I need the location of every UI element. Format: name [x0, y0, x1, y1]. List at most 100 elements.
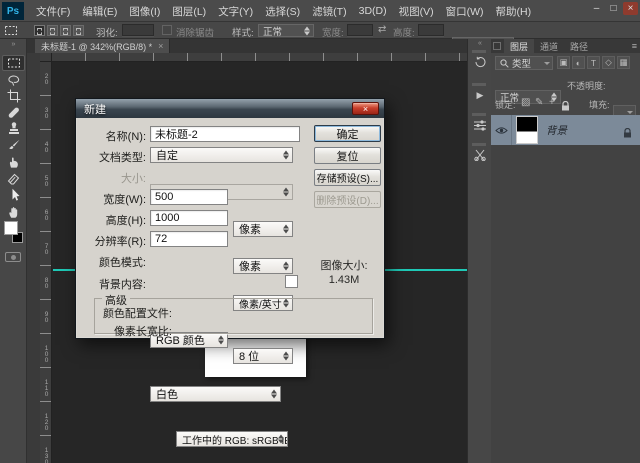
- resolution-input[interactable]: 72: [150, 231, 228, 247]
- width-input[interactable]: [347, 24, 373, 36]
- dock-collapse-icon[interactable]: «: [468, 40, 492, 47]
- dialog-title-bar[interactable]: 新建: [76, 99, 384, 118]
- delete-preset-button[interactable]: 删除预设(D)...: [314, 191, 381, 208]
- layer-row-background[interactable]: 背景: [491, 115, 640, 145]
- name-input[interactable]: 未标题-2: [150, 126, 300, 142]
- adjustments-panel-icon[interactable]: [471, 117, 489, 133]
- height-label: 高度:: [393, 25, 415, 39]
- antialias-label: 消除锯齿: [176, 25, 214, 39]
- layer-name[interactable]: 背景: [546, 123, 567, 138]
- search-icon: [500, 59, 509, 68]
- dialog-close-button[interactable]: ×: [352, 102, 379, 115]
- lock-all-icon[interactable]: [561, 98, 570, 116]
- tab-channels[interactable]: 通道: [534, 39, 564, 53]
- layer-thumbnail[interactable]: [516, 116, 538, 144]
- new-selection-mode-icon[interactable]: [34, 25, 45, 36]
- image-size-value: 1.43M: [304, 274, 384, 286]
- background-contents-label: 背景内容:: [76, 276, 146, 292]
- crop-tool[interactable]: [2, 88, 25, 104]
- vertical-ruler[interactable]: [40, 62, 52, 463]
- tool-preset-icon[interactable]: [4, 24, 24, 37]
- feather-input[interactable]: [122, 24, 154, 36]
- rectangular-marquee-tool[interactable]: [2, 55, 25, 71]
- height-label: 高度(H):: [76, 212, 146, 228]
- close-window-button[interactable]: ×: [623, 2, 638, 15]
- menu-select[interactable]: 选择(S): [259, 4, 306, 19]
- direct-selection-tool[interactable]: [2, 187, 25, 203]
- background-contents-select[interactable]: 白色: [150, 386, 281, 402]
- menu-3d[interactable]: 3D(D): [353, 5, 393, 17]
- hand-tool[interactable]: [2, 204, 25, 220]
- lock-paint-icon[interactable]: ✎: [535, 97, 543, 108]
- swap-dimensions-icon[interactable]: ⇄: [378, 24, 386, 35]
- tool-options-bar: 羽化: 消除锯齿 样式: 正常 宽度: ⇄ 高度: 调整边缘… 3D: [0, 22, 640, 39]
- width-unit-select[interactable]: 像素: [233, 221, 293, 237]
- menu-edit[interactable]: 编辑(E): [76, 4, 123, 19]
- name-label: 名称(N):: [76, 128, 146, 144]
- quick-mask-icon[interactable]: [5, 252, 21, 262]
- color-profile-select[interactable]: 工作中的 RGB: sRGB IEC619…: [176, 431, 288, 447]
- menu-file[interactable]: 文件(F): [30, 4, 76, 19]
- horizontal-ruler[interactable]: [52, 53, 467, 62]
- dock-caption: [472, 143, 486, 146]
- document-tab[interactable]: 未标题-1 @ 342%(RGB/8) * ×: [35, 39, 170, 53]
- height-input[interactable]: [418, 24, 444, 36]
- menu-image[interactable]: 图像(I): [123, 4, 166, 19]
- eraser-tool[interactable]: [2, 171, 25, 187]
- history-panel-icon[interactable]: [471, 54, 489, 70]
- doctype-select[interactable]: 自定: [150, 147, 293, 163]
- smudge-tool[interactable]: [2, 154, 25, 170]
- ruler-label: 50: [40, 175, 52, 187]
- layer-visibility-toggle[interactable]: [491, 115, 512, 145]
- ok-button[interactable]: 确定: [314, 125, 381, 142]
- menu-window[interactable]: 窗口(W): [440, 4, 490, 19]
- close-tab-icon[interactable]: ×: [158, 41, 163, 51]
- menu-filter[interactable]: 滤镜(T): [306, 4, 352, 19]
- shape-filter-icon[interactable]: ◇: [602, 56, 615, 69]
- tab-paths[interactable]: 路径: [564, 39, 594, 53]
- intersect-selection-mode-icon[interactable]: [73, 25, 84, 36]
- pixel-aspect-label: 像素长宽比:: [92, 323, 172, 339]
- menu-layer[interactable]: 图层(L): [166, 4, 212, 19]
- pixel-filter-icon[interactable]: ▣: [557, 56, 570, 69]
- clone-stamp-tool[interactable]: [2, 121, 25, 137]
- brush-tool[interactable]: [2, 138, 25, 154]
- background-color-swatch-dialog[interactable]: [285, 275, 298, 288]
- spot-healing-brush-tool[interactable]: [2, 105, 25, 121]
- foreground-color-swatch[interactable]: [4, 221, 18, 235]
- bitdepth-select[interactable]: 8 位: [233, 348, 293, 364]
- ruler-label: 30: [40, 107, 52, 119]
- style-select[interactable]: 正常: [258, 24, 314, 37]
- subtract-selection-mode-icon[interactable]: [60, 25, 71, 36]
- add-selection-mode-icon[interactable]: [47, 25, 58, 36]
- actions-panel-icon[interactable]: ▶: [471, 87, 489, 103]
- antialias-checkbox[interactable]: [162, 25, 172, 35]
- doctype-label: 文档类型:: [76, 149, 146, 165]
- menu-help[interactable]: 帮助(H): [490, 4, 538, 19]
- tool-presets-panel-icon[interactable]: [471, 147, 489, 163]
- toolbar-collapse-icon[interactable]: »: [0, 41, 27, 48]
- adjustment-filter-icon[interactable]: ◐: [572, 56, 585, 69]
- lock-transparency-icon[interactable]: ▨: [521, 97, 530, 108]
- menu-items: 文件(F) 编辑(E) 图像(I) 图层(L) 文字(Y) 选择(S) 滤镜(T…: [30, 0, 537, 22]
- reset-button[interactable]: 复位: [314, 147, 381, 164]
- maximize-button[interactable]: □: [606, 2, 621, 15]
- lasso-tool[interactable]: [2, 72, 25, 88]
- size-label: 大小:: [76, 170, 146, 186]
- tab-layers[interactable]: 图层: [504, 39, 534, 53]
- width-input[interactable]: 500: [150, 189, 228, 205]
- menu-type[interactable]: 文字(Y): [212, 4, 259, 19]
- ruler-label: 40: [40, 141, 52, 153]
- panel-menu-icon[interactable]: ≡: [632, 39, 637, 53]
- lock-move-icon[interactable]: +: [549, 97, 555, 108]
- height-unit-select[interactable]: 像素: [233, 258, 293, 274]
- minimize-button[interactable]: –: [589, 2, 604, 15]
- photoshop-window: Ps 文件(F) 编辑(E) 图像(I) 图层(L) 文字(Y) 选择(S) 滤…: [0, 0, 640, 463]
- dock-caption: [472, 113, 486, 116]
- layer-filter-select[interactable]: 类型: [495, 56, 553, 70]
- save-preset-button[interactable]: 存储预设(S)...: [314, 169, 381, 186]
- smart-object-filter-icon[interactable]: ▦: [617, 56, 630, 69]
- type-filter-icon[interactable]: T: [587, 56, 600, 69]
- height-input[interactable]: 1000: [150, 210, 228, 226]
- menu-view[interactable]: 视图(V): [393, 4, 440, 19]
